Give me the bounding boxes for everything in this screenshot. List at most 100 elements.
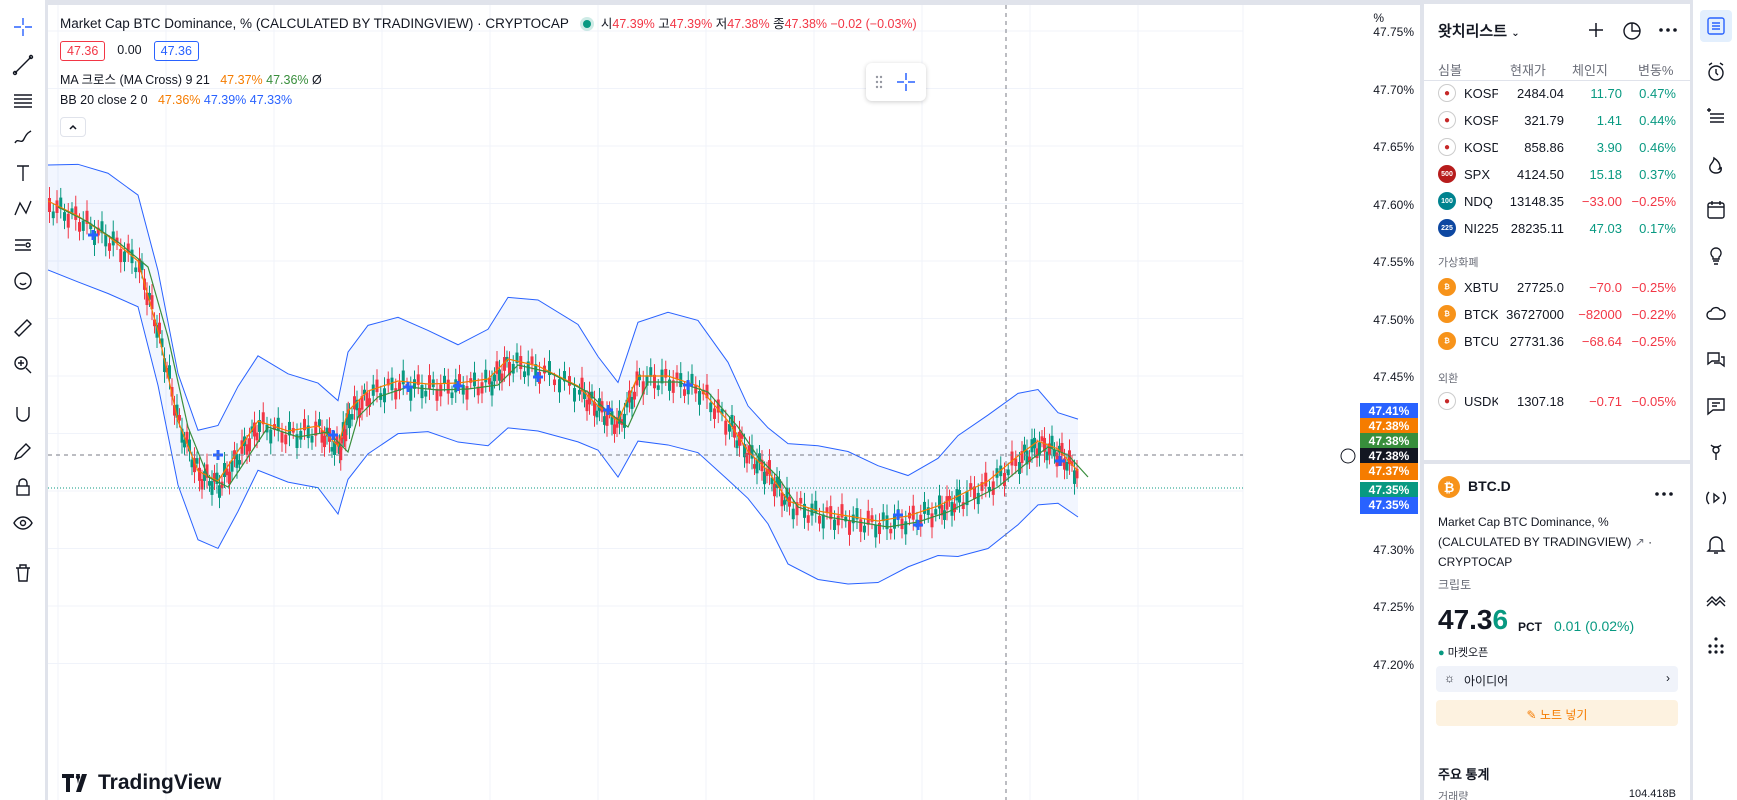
watchlist-row[interactable]: 225 NI225 28235.11 47.03 0.17% — [1424, 213, 1690, 243]
candle-body — [490, 381, 494, 396]
watchlist-row[interactable]: ● KOSPI 321.79 1.41 0.44% — [1424, 105, 1690, 135]
row-change-pct: 0.46% — [1639, 140, 1676, 155]
symbol-logo-icon: ₿ — [1438, 278, 1456, 296]
detail-symbol[interactable]: BTC.D — [1468, 478, 1511, 494]
buy-button[interactable]: 47.36 — [153, 41, 199, 61]
fib-tool[interactable] — [8, 86, 38, 116]
flame-icon — [1709, 156, 1722, 174]
alarm-clock-icon — [1708, 62, 1724, 81]
emoji-tool[interactable] — [8, 266, 38, 296]
sell-button[interactable]: 47.36 — [60, 41, 106, 61]
watchlist-row[interactable]: ₿ BTCKRW 36727000 −82000 −0.22% — [1424, 299, 1690, 329]
candle-body — [74, 206, 78, 220]
candle-body — [836, 515, 840, 526]
candle-body — [446, 379, 450, 394]
drag-handle-icon[interactable] — [875, 75, 883, 89]
bollinger-legend[interactable]: BB 20 close 2 0 47.36% 47.39% 47.33% — [60, 93, 292, 107]
watchlist-row[interactable]: ₿ XBTUSD 27725.0 −70.0 −0.25% — [1424, 272, 1690, 302]
notifications-tab[interactable] — [1700, 528, 1732, 560]
crosshair-icon[interactable] — [895, 71, 917, 93]
symbol-logo-icon: ₿ — [1438, 332, 1456, 350]
pattern-tool[interactable] — [8, 194, 38, 224]
collapse-legend-button[interactable] — [60, 117, 86, 137]
flag-icon: ● — [1438, 111, 1456, 129]
chart-pane[interactable]: Market Cap BTC Dominance, % (CALCULATED … — [48, 4, 1420, 800]
trend-line-tool[interactable] — [8, 50, 38, 80]
visibility-tool[interactable] — [8, 508, 38, 538]
tradingview-logo[interactable]: TradingView — [62, 771, 221, 795]
plus-icon — [1589, 23, 1603, 37]
chats-tab[interactable] — [1700, 298, 1732, 330]
list-icon — [1707, 17, 1725, 35]
forecast-tool[interactable] — [8, 230, 38, 260]
alerts-tab[interactable] — [1700, 56, 1732, 88]
calendar-tab[interactable] — [1700, 194, 1732, 226]
zigzag-icon — [1706, 596, 1726, 607]
candle-body — [318, 419, 321, 426]
watchlist-row[interactable]: ● KOSDAQ 858.86 3.90 0.46% — [1424, 132, 1690, 162]
volume-label: 거래량 — [1438, 791, 1469, 800]
add-symbol-button[interactable] — [1582, 16, 1610, 44]
watchlist-tab[interactable] — [1700, 10, 1732, 42]
symbol-logo-icon: 100 — [1438, 192, 1456, 210]
watchlist-row[interactable]: 100 NDQ 13148.35 −33.00 −0.25% — [1424, 186, 1690, 216]
col-change[interactable]: 체인지 — [1572, 60, 1608, 79]
dom-tab[interactable] — [1700, 584, 1732, 616]
group-crypto[interactable]: 가상화폐 — [1438, 254, 1478, 270]
magnet-tool[interactable] — [8, 400, 38, 430]
hotlists-tab[interactable] — [1700, 148, 1732, 180]
lock-drawing-tool[interactable] — [8, 436, 38, 466]
delete-tool[interactable] — [8, 558, 38, 588]
detail-more-button[interactable] — [1654, 484, 1674, 502]
candle-body — [878, 522, 881, 535]
symbol-title[interactable]: Market Cap BTC Dominance, % (CALCULATED … — [60, 16, 569, 31]
candle-body — [791, 508, 795, 520]
forecast-icon — [15, 239, 31, 251]
candle-body — [428, 375, 431, 390]
candle-body — [724, 420, 728, 435]
advanced-view-button[interactable] — [1618, 16, 1646, 44]
crosshair-tool[interactable] — [8, 12, 38, 42]
watchlist-row[interactable]: ● USDKRW 1307.18 −0.71 −0.05% — [1424, 386, 1690, 416]
external-link-icon[interactable]: ↗ — [1635, 535, 1645, 549]
ma-cross-legend[interactable]: MA 크로스 (MA Cross) 9 21 47.37% 47.36% Ø — [60, 69, 322, 88]
watchlist-row[interactable]: ● KOSPI 2484.04 11.70 0.47% — [1424, 78, 1690, 108]
col-change-pct[interactable]: 변동% — [1638, 60, 1673, 79]
ruler-tool[interactable] — [8, 313, 38, 343]
candle-body — [484, 369, 488, 383]
video-tab[interactable] — [1700, 482, 1732, 514]
flag-icon: ● — [1438, 84, 1456, 102]
watchlist-more-button[interactable] — [1654, 16, 1682, 44]
streams-tab[interactable] — [1700, 436, 1732, 468]
right-sidebar — [1692, 0, 1737, 800]
add-note-button[interactable]: ✎ 노트 넣기 — [1436, 700, 1678, 726]
more-tools-tab[interactable] — [1700, 630, 1732, 662]
object-tree-tab[interactable] — [1700, 102, 1732, 134]
market-status: ● 마켓오픈 — [1438, 647, 1489, 659]
zoom-tool[interactable] — [8, 350, 38, 380]
watchlist-title[interactable]: 왓치리스트 ⌄ — [1438, 20, 1520, 41]
col-symbol[interactable]: 심볼 — [1438, 60, 1462, 79]
ideas-tab[interactable] — [1700, 240, 1732, 272]
group-fx[interactable]: 외환 — [1438, 370, 1458, 386]
candle-body — [450, 392, 454, 399]
price-chart[interactable] — [48, 5, 1420, 800]
col-last[interactable]: 현재가 — [1510, 60, 1546, 79]
watchlist-row[interactable]: 500 SPX 4124.50 15.18 0.37% — [1424, 159, 1690, 189]
brush-tool[interactable] — [8, 122, 38, 152]
candle-body — [409, 387, 413, 401]
private-chats-tab[interactable] — [1700, 390, 1732, 422]
axis-tick-label: 47.20% — [1373, 657, 1414, 672]
candle-body — [668, 379, 671, 391]
add-alert-plus-icon — [1340, 448, 1356, 464]
text-tool[interactable] — [8, 158, 38, 188]
candle-body — [859, 519, 863, 532]
ideas-button[interactable]: ☼ 아이디어 › — [1436, 666, 1678, 692]
public-chats-tab[interactable] — [1700, 344, 1732, 376]
candle-body — [821, 514, 825, 529]
detail-change: 0.01 (0.02%) — [1554, 618, 1635, 634]
market-open-dot — [582, 20, 591, 28]
candle-body — [63, 212, 66, 221]
lock-tool[interactable] — [8, 472, 38, 502]
watchlist-row[interactable]: ₿ BTCUSDT 27731.36 −68.64 −0.25% — [1424, 326, 1690, 356]
